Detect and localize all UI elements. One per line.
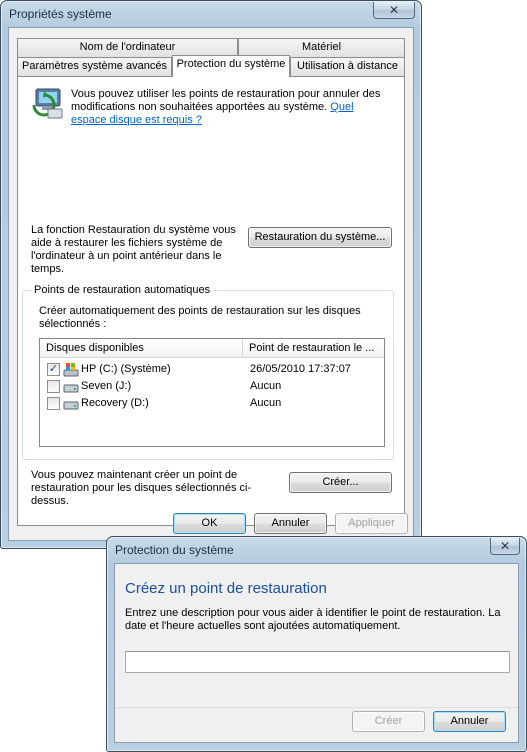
tab-system-protection[interactable]: Protection du système [172,55,290,77]
divider [115,707,518,708]
column-available-disks[interactable]: Disques disponibles [40,339,243,358]
disk-row-d[interactable]: Recovery (D:) Aucun [40,395,384,412]
intro-text: Vous pouvez utiliser les points de resta… [71,88,391,127]
tab-remote[interactable]: Utilisation à distance [290,57,405,76]
disk-row-j[interactable]: Seven (J:) Aucun [40,378,384,395]
cancel-button[interactable]: Annuler [254,513,327,534]
drive-icon [63,384,79,393]
checkbox-c[interactable]: ✓ [47,363,60,376]
disk-row-c[interactable]: ✓ HP (C:) (Système) 26/05/2010 17:37:07 [40,361,384,378]
group-description: Créer automatiquement des points de rest… [39,305,361,330]
apply-button[interactable]: Appliquer [335,513,408,534]
drive-icon [63,401,79,410]
checkbox-d[interactable] [47,397,60,410]
window-title: Propriétés système [9,7,112,21]
available-disks-list[interactable]: Disques disponibles Point de restauratio… [39,338,385,447]
list-header: Disques disponibles Point de restauratio… [40,339,384,358]
restore-description: La fonction Restauration du système vous… [31,224,236,275]
disk-restore-point: 26/05/2010 17:37:07 [250,363,351,375]
title-bar[interactable]: Propriétés système ✕ [1,1,421,27]
disk-restore-point: Aucun [250,397,282,409]
system-drive-icon [63,363,79,377]
close-icon[interactable]: ✕ [373,2,415,19]
restore-point-description-input[interactable] [125,651,510,673]
system-protection-icon [32,88,63,119]
disk-name: Seven (J:) [81,380,132,392]
dialog-title: Protection du système [115,543,234,557]
column-restore-point[interactable]: Point de restauration le ... [243,339,384,358]
dialog-heading: Créez un point de restauration [125,580,327,597]
system-properties-window: Propriétés système ✕ Nom de l'ordinateur… [0,0,422,549]
create-button[interactable]: Créer... [289,472,392,493]
close-icon[interactable]: ✕ [490,538,520,555]
dialog-cancel-button[interactable]: Annuler [433,711,506,732]
ok-button[interactable]: OK [173,513,246,534]
disk-name: HP (C:) (Système) [81,363,171,375]
group-title: Points de restauration automatiques [31,284,214,296]
create-restore-point-dialog: Protection du système ✕ Créez un point d… [106,536,527,752]
dialog-description: Entrez une description pour vous aider à… [125,607,501,632]
checkbox-j[interactable] [47,380,60,393]
tab-advanced-settings[interactable]: Paramètres système avancés [17,57,172,76]
dialog-title-bar[interactable]: Protection du système ✕ [107,537,526,563]
dialog-create-button[interactable]: Créer [352,711,425,732]
create-description: Vous pouvez maintenant créer un point de… [31,469,252,507]
disk-name: Recovery (D:) [81,397,149,409]
disk-restore-point: Aucun [250,380,282,392]
system-restore-button[interactable]: Restauration du système... [248,227,392,248]
